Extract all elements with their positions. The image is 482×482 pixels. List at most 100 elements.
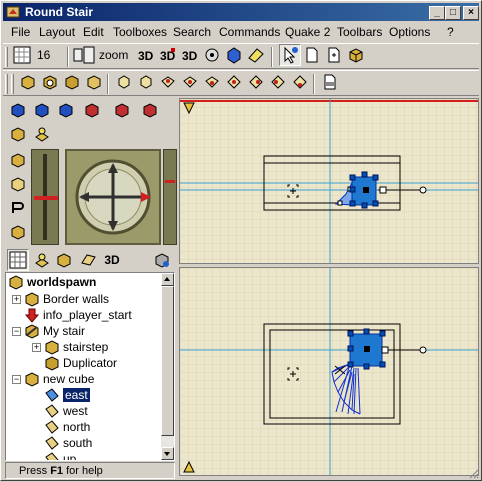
title-bar[interactable]: Round Stair _ □ × bbox=[3, 3, 479, 21]
entity-tool-1[interactable] bbox=[7, 99, 29, 121]
render-button[interactable] bbox=[201, 44, 223, 66]
face-tool-2[interactable] bbox=[135, 71, 157, 93]
menu-toolbars[interactable]: Toolbars bbox=[337, 25, 382, 39]
collapse-icon[interactable]: − bbox=[12, 326, 21, 336]
zoom-button[interactable]: zoom bbox=[73, 44, 133, 66]
light-view-button[interactable] bbox=[31, 249, 53, 271]
entity-tool-4[interactable] bbox=[81, 99, 103, 121]
grid-view-button[interactable] bbox=[7, 249, 29, 271]
3d-panel-button[interactable]: 3D bbox=[101, 249, 123, 271]
expand-icon[interactable]: + bbox=[32, 342, 41, 352]
face-tool-1[interactable] bbox=[113, 71, 135, 93]
view-compass[interactable] bbox=[65, 149, 161, 245]
tree-item-west[interactable]: west bbox=[44, 403, 88, 419]
brush-solid-tool[interactable] bbox=[7, 123, 29, 145]
3d-textured-icon: 3D bbox=[160, 48, 176, 63]
tree-item-my-stair[interactable]: − My stair bbox=[12, 323, 85, 339]
top-view-canvas bbox=[180, 99, 478, 263]
zoom-slider-thumb[interactable] bbox=[34, 196, 58, 200]
tree-item-worldspawn[interactable]: worldspawn bbox=[8, 274, 96, 290]
entity-tool-2[interactable] bbox=[31, 99, 53, 121]
zoom-slider[interactable] bbox=[31, 149, 59, 245]
brush-tool-1[interactable] bbox=[17, 71, 39, 93]
3d-solid-button[interactable]: 3D bbox=[179, 44, 201, 66]
scroll-up-button[interactable] bbox=[161, 273, 174, 286]
texture-button[interactable] bbox=[245, 44, 267, 66]
move-tool-3[interactable] bbox=[7, 221, 29, 243]
menu-commands[interactable]: Commands bbox=[219, 25, 280, 39]
tree-item-east[interactable]: east bbox=[44, 387, 90, 403]
grid-size-button[interactable]: 16 bbox=[13, 44, 65, 66]
scroll-down-button[interactable] bbox=[161, 447, 174, 460]
tree-item-north[interactable]: north bbox=[44, 419, 90, 435]
toolbar-separator bbox=[313, 74, 315, 94]
brush-tool-4[interactable] bbox=[83, 71, 105, 93]
face-tool-6[interactable] bbox=[223, 71, 245, 93]
face-tool-3[interactable] bbox=[157, 71, 179, 93]
close-button[interactable]: × bbox=[463, 6, 479, 20]
map-view-top[interactable] bbox=[179, 98, 479, 264]
collapse-icon[interactable]: − bbox=[12, 374, 21, 384]
face-view-button[interactable] bbox=[77, 249, 99, 271]
path-tool[interactable] bbox=[7, 197, 29, 219]
entity-tool-5[interactable] bbox=[111, 99, 133, 121]
path-icon bbox=[12, 202, 24, 213]
menu-search[interactable]: Search bbox=[173, 25, 211, 39]
face-tool-5[interactable] bbox=[201, 71, 223, 93]
tree-item-stairstep[interactable]: + stairstep bbox=[32, 339, 108, 355]
expand-icon[interactable]: + bbox=[12, 294, 21, 304]
face-tool-4[interactable] bbox=[179, 71, 201, 93]
toolbar-separator bbox=[67, 47, 69, 67]
gear-icon bbox=[205, 48, 219, 62]
new-page-button[interactable] bbox=[301, 44, 323, 66]
menu-options[interactable]: Options bbox=[389, 25, 430, 39]
brush-view-button[interactable] bbox=[53, 249, 75, 271]
menu-help[interactable]: ? bbox=[447, 25, 454, 39]
entity-tool-6[interactable] bbox=[139, 99, 161, 121]
select-mode-button[interactable] bbox=[279, 44, 301, 66]
menu-quake2[interactable]: Quake 2 bbox=[285, 25, 330, 39]
menu-toolboxes[interactable]: Toolboxes bbox=[113, 25, 167, 39]
maximize-button[interactable]: □ bbox=[445, 6, 461, 20]
map-tree[interactable]: worldspawn + Border walls info_player_sta… bbox=[5, 272, 175, 461]
toolbar-grip[interactable] bbox=[5, 74, 8, 94]
tree-item-up[interactable]: up bbox=[44, 451, 76, 460]
new-entity-button[interactable] bbox=[323, 44, 345, 66]
toolbar-grip[interactable] bbox=[11, 74, 14, 94]
brush-tool-3[interactable] bbox=[61, 71, 83, 93]
menu-file[interactable]: File bbox=[11, 25, 30, 39]
tree-item-new-cube[interactable]: − new cube bbox=[12, 371, 94, 387]
new-brush-button[interactable] bbox=[345, 44, 367, 66]
tree-item-info-player-start[interactable]: info_player_start bbox=[24, 307, 132, 323]
3d-textured-button[interactable]: 3D bbox=[157, 44, 179, 66]
texture-icon bbox=[248, 48, 264, 63]
3d-view-button[interactable]: 3D bbox=[135, 44, 157, 66]
zoom-label: zoom bbox=[99, 48, 129, 62]
face-tool-7[interactable] bbox=[245, 71, 267, 93]
tree-item-duplicator[interactable]: Duplicator bbox=[44, 355, 117, 371]
tree-item-border-walls[interactable]: + Border walls bbox=[12, 291, 109, 307]
scroll-thumb[interactable] bbox=[161, 286, 174, 436]
toolbar-grip[interactable] bbox=[5, 47, 8, 67]
map-view-bottom[interactable] bbox=[179, 267, 479, 476]
move-tool-2[interactable] bbox=[7, 173, 29, 195]
brush-tool-2[interactable] bbox=[39, 71, 61, 93]
light-tool[interactable] bbox=[31, 123, 53, 145]
entity-view-button[interactable] bbox=[151, 249, 173, 271]
face-tool-8[interactable] bbox=[267, 71, 289, 93]
entity-tool-3[interactable] bbox=[55, 99, 77, 121]
arrow-up-icon bbox=[164, 277, 170, 281]
minimize-button[interactable]: _ bbox=[429, 6, 445, 20]
move-tool-1[interactable] bbox=[7, 149, 29, 171]
build-button[interactable] bbox=[223, 44, 245, 66]
pitch-slider-thumb[interactable] bbox=[165, 180, 175, 183]
cfg-button[interactable] bbox=[319, 71, 341, 93]
menu-edit[interactable]: Edit bbox=[83, 25, 104, 39]
face-icon bbox=[183, 76, 197, 88]
pitch-slider[interactable] bbox=[163, 149, 177, 245]
resize-grip[interactable] bbox=[467, 467, 479, 479]
menu-layout[interactable]: Layout bbox=[39, 25, 75, 39]
tree-item-south[interactable]: south bbox=[44, 435, 92, 451]
face-tool-9[interactable] bbox=[289, 71, 311, 93]
tree-scrollbar[interactable] bbox=[161, 273, 174, 460]
